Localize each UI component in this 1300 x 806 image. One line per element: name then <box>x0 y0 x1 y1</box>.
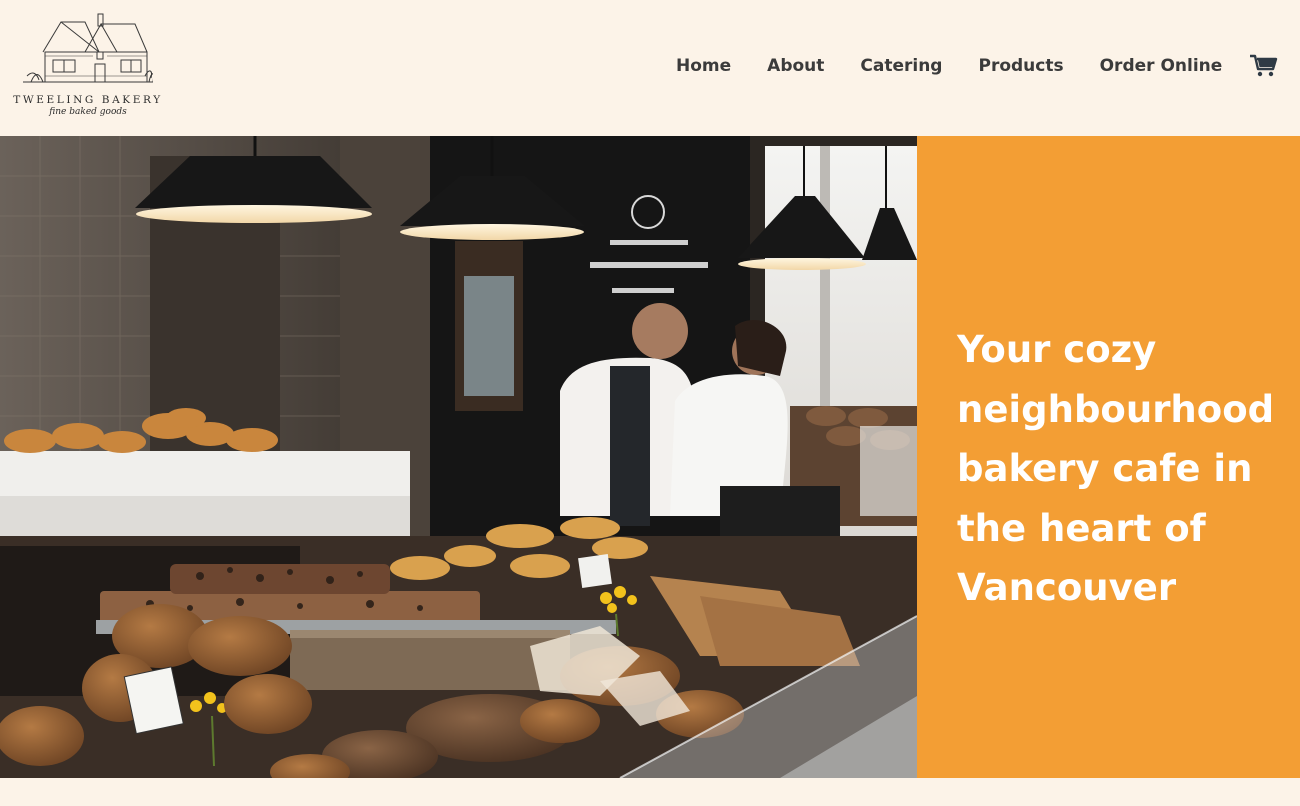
bakery-counter-photo <box>0 136 917 778</box>
hero-headline-panel: Your cozy neighbourhood bakery cafe in t… <box>917 136 1300 778</box>
shopping-cart-icon <box>1250 54 1278 77</box>
hero-headline: Your cozy neighbourhood bakery cafe in t… <box>957 328 1275 609</box>
nav-home[interactable]: Home <box>676 54 731 78</box>
site-header: TWEELING BAKERY fine baked goods Home Ab… <box>0 0 1300 136</box>
nav-products[interactable]: Products <box>978 54 1063 78</box>
page: TWEELING BAKERY fine baked goods Home Ab… <box>0 0 1300 806</box>
nav-order-online[interactable]: Order Online <box>1100 54 1223 78</box>
brand-name: TWEELING BAKERY <box>13 94 163 106</box>
brand-tagline: fine baked goods <box>49 107 127 117</box>
cart-button[interactable] <box>1249 52 1279 78</box>
page-bottom-strip <box>0 778 1300 806</box>
main-nav: Home About Catering Products Order Onlin… <box>676 52 1258 80</box>
nav-catering[interactable]: Catering <box>860 54 942 78</box>
bakery-house-logo-icon <box>23 13 153 83</box>
bakery-scene-illustration <box>0 136 917 778</box>
logo[interactable]: TWEELING BAKERY fine baked goods <box>8 10 168 122</box>
nav-about[interactable]: About <box>767 54 824 78</box>
hero-section: Your cozy neighbourhood bakery cafe in t… <box>0 136 1300 778</box>
